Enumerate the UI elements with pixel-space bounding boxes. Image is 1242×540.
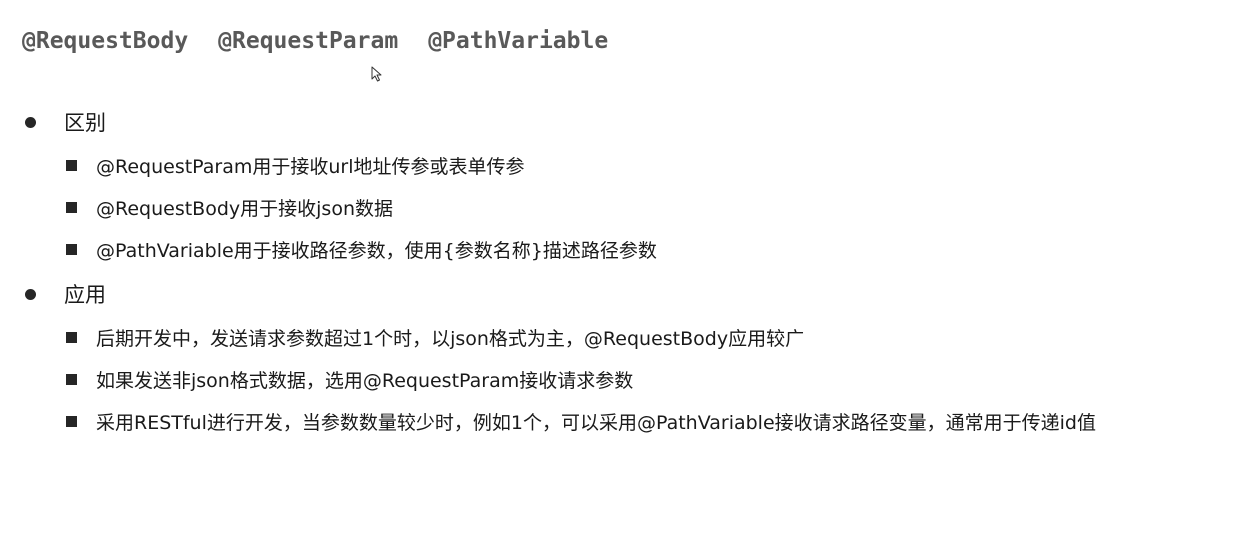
section-title: 应用 — [22, 279, 1096, 309]
bullet-dot-icon — [25, 116, 36, 128]
heading-annotation-request-param: @RequestParam — [218, 28, 399, 54]
list-item: @RequestParam用于接收url地址传参或表单传参 — [66, 144, 657, 186]
section-item-list: 后期开发中，发送请求参数超过1个时，以json格式为主，@RequestBody… — [22, 316, 1096, 442]
section-title-label: 区别 — [64, 111, 106, 135]
list-item: 如果发送非json格式数据，选用@RequestParam接收请求参数 — [66, 358, 1096, 400]
mouse-pointer-icon — [371, 66, 382, 82]
section-title-label: 应用 — [64, 283, 106, 307]
bullet-square-icon — [66, 331, 77, 343]
heading-annotation-path-variable: @PathVariable — [428, 28, 609, 54]
list-item: 后期开发中，发送请求参数超过1个时，以json格式为主，@RequestBody… — [66, 316, 1096, 358]
page-heading: @RequestBody @RequestParam @PathVariable — [22, 28, 638, 54]
list-item: 采用RESTful进行开发，当参数数量较少时，例如1个，可以采用@PathVar… — [66, 400, 1096, 442]
bullet-square-icon — [66, 373, 77, 385]
heading-annotation-request-body: @RequestBody — [22, 28, 189, 54]
section-difference: 区别 @RequestParam用于接收url地址传参或表单传参 @Reques… — [22, 107, 657, 270]
section-item-list: @RequestParam用于接收url地址传参或表单传参 @RequestBo… — [22, 144, 657, 270]
list-item-text: 后期开发中，发送请求参数超过1个时，以json格式为主，@RequestBody… — [96, 327, 805, 350]
list-item: @RequestBody用于接收json数据 — [66, 186, 657, 228]
list-item: @PathVariable用于接收路径参数，使用{参数名称}描述路径参数 — [66, 228, 657, 270]
bullet-square-icon — [66, 201, 77, 213]
list-item-text: @PathVariable用于接收路径参数，使用{参数名称}描述路径参数 — [96, 239, 657, 262]
bullet-square-icon — [66, 243, 77, 255]
list-item-text: 采用RESTful进行开发，当参数数量较少时，例如1个，可以采用@PathVar… — [96, 411, 1096, 434]
list-item-text: @RequestParam用于接收url地址传参或表单传参 — [96, 155, 525, 178]
bullet-dot-icon — [25, 288, 36, 300]
list-item-text: 如果发送非json格式数据，选用@RequestParam接收请求参数 — [96, 369, 634, 392]
section-title: 区别 — [22, 107, 657, 137]
bullet-square-icon — [66, 159, 77, 171]
list-item-text: @RequestBody用于接收json数据 — [96, 197, 393, 220]
bullet-square-icon — [66, 415, 77, 427]
section-application: 应用 后期开发中，发送请求参数超过1个时，以json格式为主，@RequestB… — [22, 279, 1096, 442]
